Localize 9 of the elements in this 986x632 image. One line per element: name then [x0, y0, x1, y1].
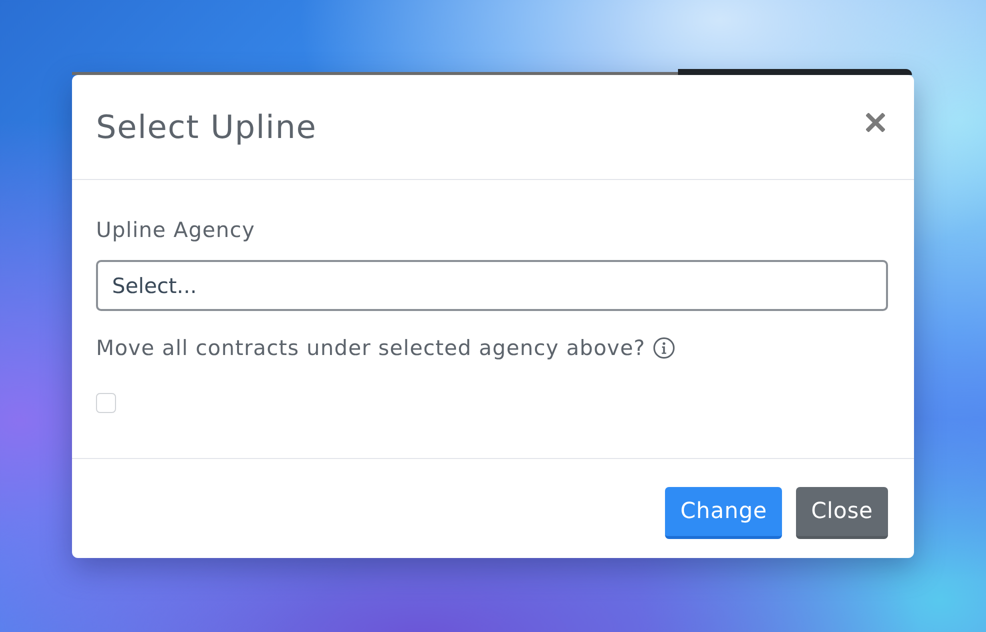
info-icon[interactable] [653, 337, 676, 359]
close-icon[interactable] [866, 112, 885, 132]
checkbox[interactable] [96, 393, 116, 413]
field-label: Upline Agency [96, 217, 255, 243]
change-button[interactable]: Change [665, 487, 782, 539]
close-button[interactable]: Close [796, 487, 888, 539]
select-field[interactable]: Select... [96, 260, 888, 311]
modal-title: Select Upline [96, 108, 317, 146]
field-label: Move all contracts under selected agency above? [96, 335, 646, 361]
